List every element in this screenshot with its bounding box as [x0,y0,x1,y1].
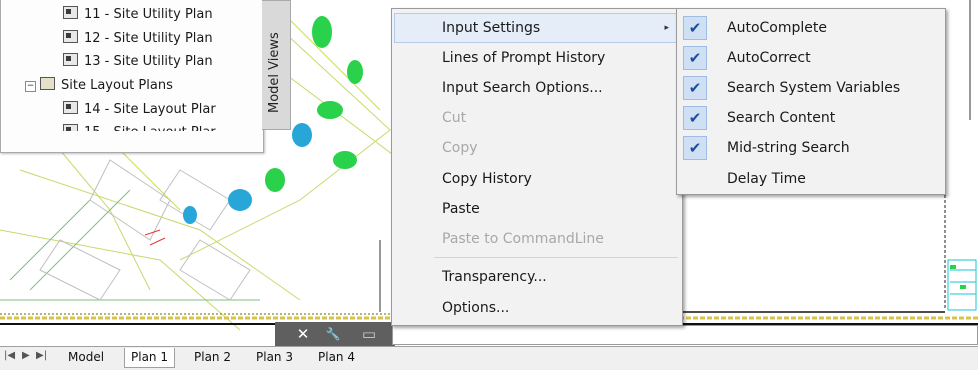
sheet-icon [63,30,78,43]
model-views-tab[interactable]: Model Views [262,0,291,130]
next-tab-icon[interactable]: ▶ [22,350,30,361]
submenu-arrow-icon: ▸ [664,23,669,33]
tree-item-sheet-11[interactable]: 11 - Site Utility Plan [63,4,213,26]
input-settings-submenu: ✔ AutoComplete ✔ AutoCorrect ✔ Search Sy… [676,8,946,195]
sheet-icon [63,53,78,66]
submenu-item-mid-string-search[interactable]: ✔ Mid-string Search [679,133,943,163]
menu-item-copy: Copy [442,140,478,156]
tab-plan-3[interactable]: Plan 3 [250,348,299,367]
close-icon[interactable]: ✕ [293,324,313,344]
menu-item-paste-to-commandline: Paste to CommandLine [442,231,604,247]
command-line-context-menu: Input Settings ▸ Lines of Prompt History… [391,8,683,326]
tab-plan-2[interactable]: Plan 2 [188,348,237,367]
wrench-icon[interactable]: 🔧 [323,324,343,344]
tree-folder-site-layout-plans[interactable]: − Site Layout Plans [25,75,173,97]
submenu-item-search-content[interactable]: ✔ Search Content [679,103,943,133]
submenu-item-label: Search System Variables [727,80,901,96]
layout-tab-bar: |◀ ▶ ▶| Model Plan 1 Plan 2 Plan 3 Plan … [0,346,978,370]
tab-plan-4[interactable]: Plan 4 [312,348,361,367]
submenu-item-label: Search Content [727,110,836,126]
collapse-icon[interactable]: − [25,81,36,92]
menu-item-paste[interactable]: Paste [394,194,680,224]
tree-item-sheet-12[interactable]: 12 - Site Utility Plan [63,28,213,50]
menu-item-options[interactable]: Options... [394,293,680,323]
sheet-icon [63,6,78,19]
model-views-tab-label: Model Views [267,32,282,113]
folder-icon [40,77,55,90]
check-icon: ✔ [683,76,707,100]
command-input[interactable] [392,325,978,345]
check-icon: ✔ [683,46,707,70]
menu-item-label: Input Settings [442,20,541,36]
submenu-item-delay-time[interactable]: Delay Time [679,164,943,194]
sheet-set-palette: 11 - Site Utility Plan 12 - Site Utility… [0,0,264,153]
submenu-item-label: AutoCorrect [727,50,811,66]
prompt-icon[interactable]: ▭ [359,324,379,344]
menu-item-lines-of-prompt-history[interactable]: Lines of Prompt History [394,43,680,73]
menu-item-copy-history[interactable]: Copy History [394,164,680,194]
tree-item-label: Site Layout Plans [61,78,173,93]
submenu-item-autocomplete[interactable]: ✔ AutoComplete [679,13,943,43]
command-line-toolbar: ✕ 🔧 ▭ [275,322,395,347]
first-tab-icon[interactable]: |◀ [4,350,15,361]
sheet-icon [63,101,78,114]
check-icon: ✔ [683,106,707,130]
menu-separator [434,257,678,258]
check-icon: ✔ [683,16,707,40]
tree-item-label: 15 - Site Layout Plar [84,125,216,140]
tree-item-label: 12 - Site Utility Plan [84,31,213,46]
submenu-item-autocorrect[interactable]: ✔ AutoCorrect [679,43,943,73]
menu-item-transparency[interactable]: Transparency... [394,262,680,292]
tree-item-sheet-13[interactable]: 13 - Site Utility Plan [63,51,213,73]
sheet-icon [63,124,78,131]
check-icon: ✔ [683,136,707,160]
submenu-item-label: AutoComplete [727,20,827,36]
tab-model[interactable]: Model [62,348,110,367]
tree-item-label: 11 - Site Utility Plan [84,7,213,22]
menu-item-input-settings[interactable]: Input Settings ▸ [394,13,680,43]
tree-item-sheet-15[interactable]: 15 - Site Layout Plar [63,122,216,140]
submenu-item-label: Mid-string Search [727,140,850,156]
tree-item-label: 13 - Site Utility Plan [84,54,213,69]
tab-plan-1[interactable]: Plan 1 [124,348,175,368]
submenu-item-label: Delay Time [727,171,806,187]
submenu-item-search-system-variables[interactable]: ✔ Search System Variables [679,73,943,103]
tree-item-sheet-14[interactable]: 14 - Site Layout Plar [63,99,216,121]
last-tab-icon[interactable]: ▶| [36,350,47,361]
tree-item-label: 14 - Site Layout Plar [84,102,216,117]
menu-item-cut: Cut [442,110,467,126]
menu-item-input-search-options[interactable]: Input Search Options... [394,73,680,103]
